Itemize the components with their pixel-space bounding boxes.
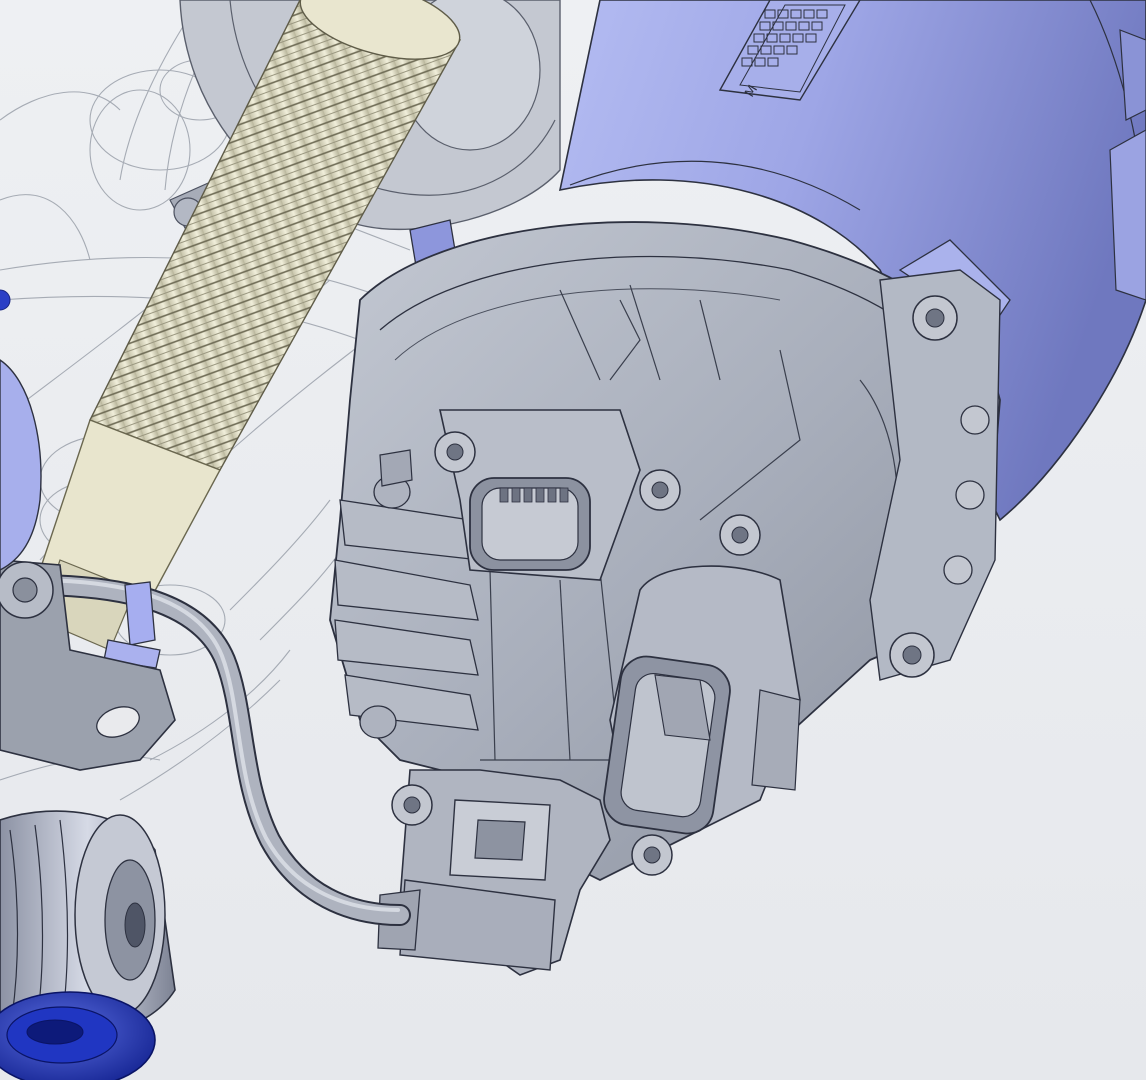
torx-screw[interactable]: [639, 469, 681, 511]
cad-viewport[interactable]: M: [0, 0, 1146, 1080]
torx-screw[interactable]: [955, 480, 985, 510]
left-blue-part[interactable]: [0, 289, 42, 571]
torx-screw[interactable]: [391, 784, 433, 826]
torx-screw[interactable]: [719, 514, 761, 556]
torx-screw[interactable]: [943, 555, 973, 585]
torx-screw[interactable]: [960, 405, 990, 435]
cad-model-canvas[interactable]: M: [0, 0, 1146, 1080]
torx-screw[interactable]: [631, 834, 673, 876]
torx-screw[interactable]: [912, 295, 958, 341]
torx-screw[interactable]: [434, 431, 476, 473]
torx-screw[interactable]: [889, 632, 935, 678]
signal-connector-top[interactable]: [439, 409, 641, 581]
